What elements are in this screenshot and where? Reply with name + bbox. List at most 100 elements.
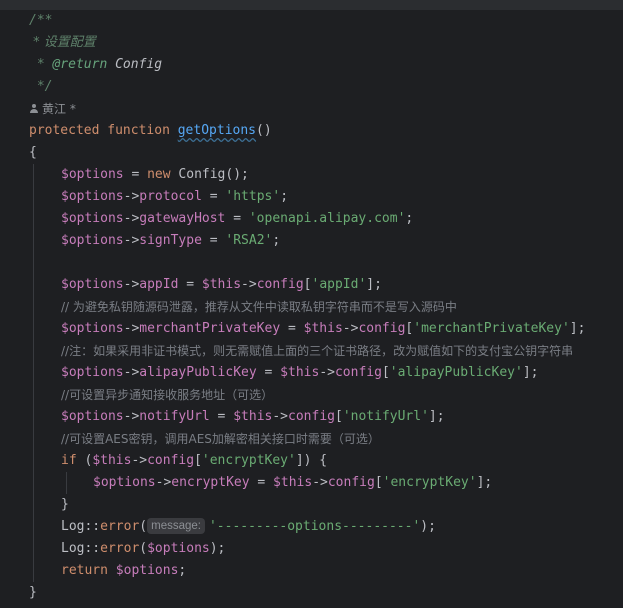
operator: =	[225, 211, 249, 226]
code-line: $options->alipayPublicKey = $this->confi…	[61, 362, 538, 384]
bracket-close: ];	[569, 321, 586, 336]
semicolon: ;	[405, 211, 414, 226]
code-line: $options->merchantPrivateKey = $this->co…	[61, 318, 585, 340]
this-variable: $this	[303, 321, 343, 336]
arrow: ->	[241, 277, 257, 292]
property: merchantPrivateKey	[139, 321, 281, 336]
operator: =	[201, 189, 226, 204]
bracket: [	[194, 453, 202, 468]
config-property: config	[288, 409, 335, 424]
operator: =	[256, 365, 281, 380]
arrow: ->	[342, 321, 359, 336]
code-line: $options->encryptKey = $this->config['en…	[93, 472, 492, 494]
property: appId	[139, 277, 179, 292]
config-property: config	[327, 475, 375, 490]
paren-open: (	[139, 519, 148, 534]
comment-line: //可设置AES密钥，调用AES加解密相关接口时需要（可选）	[61, 432, 380, 446]
function-keyword: function	[107, 123, 170, 138]
string-literal: 'encryptKey'	[382, 475, 477, 490]
class-name: Log	[61, 541, 85, 556]
operator: =	[201, 233, 226, 248]
arrow: ->	[123, 409, 140, 424]
string-literal: 'encryptKey'	[201, 453, 296, 468]
return-keyword: return	[61, 563, 108, 578]
log-error-call: Log::error(message: '---------options----…	[61, 516, 436, 538]
method-name: error	[100, 541, 140, 556]
paren-open: (	[139, 541, 148, 556]
comment-line: // 为避免私钥随源码泄露，推荐从文件中读取私钥字符串而不是写入源码中	[61, 300, 457, 314]
paren-open: (	[76, 453, 93, 468]
author-inlay-hint[interactable]: 黄江 *	[29, 98, 76, 120]
config-property: config	[334, 365, 382, 380]
string-literal: 'alipayPublicKey'	[389, 365, 523, 380]
property: alipayPublicKey	[139, 365, 257, 380]
doc-comment-return: * @return Config	[29, 54, 162, 76]
paren-close: );	[209, 541, 226, 556]
semicolon: ;	[272, 233, 281, 248]
arrow: ->	[312, 475, 328, 490]
this-variable: $this	[92, 453, 132, 468]
variable: $options	[61, 365, 124, 380]
property: signType	[139, 233, 202, 248]
string-literal: 'https'	[225, 189, 281, 204]
parameter-hint: message:	[147, 518, 205, 534]
arrow: ->	[123, 189, 140, 204]
this-variable: $this	[280, 365, 320, 380]
doc-comment-summary: * 设置配置	[29, 35, 96, 50]
arrow: ->	[123, 233, 140, 248]
operator: =	[178, 277, 202, 292]
property: gatewayHost	[139, 211, 226, 226]
variable: $options	[107, 563, 179, 578]
operator: =	[280, 321, 304, 336]
property: protocol	[139, 189, 202, 204]
function-name[interactable]: getOptions	[178, 123, 256, 138]
operator: =	[209, 409, 234, 424]
variable: $options	[61, 277, 124, 292]
if-close-brace: }	[61, 497, 69, 512]
string-literal: 'RSA2'	[225, 233, 273, 248]
doc-comment-close: */	[29, 79, 53, 94]
this-variable: $this	[233, 409, 273, 424]
close-brace: }	[29, 585, 37, 600]
code-line: $options->gatewayHost = 'openapi.alipay.…	[61, 208, 413, 230]
method-name: error	[100, 519, 140, 534]
paren-close: );	[420, 519, 436, 534]
property: notifyUrl	[139, 409, 210, 424]
bracket: [	[374, 475, 383, 490]
arrow: ->	[123, 321, 140, 336]
code-line: $options->protocol = 'https';	[61, 186, 288, 208]
variable: $options	[61, 409, 124, 424]
variable: $options	[61, 167, 124, 182]
code-line: $options->notifyUrl = $this->config['not…	[61, 406, 445, 428]
bracket-close: ];	[366, 277, 382, 292]
class-name: Log	[61, 519, 85, 534]
arrow: ->	[319, 365, 335, 380]
bracket-close: ];	[476, 475, 493, 490]
modifier-keyword: protected	[29, 123, 100, 138]
string-literal: 'openapi.alipay.com'	[248, 211, 406, 226]
indent-guide	[66, 472, 67, 494]
scope-operator: ::	[84, 519, 101, 534]
new-keyword: new	[147, 167, 171, 182]
variable: $options	[61, 189, 124, 204]
arrow: ->	[123, 365, 140, 380]
variable: $options	[61, 211, 124, 226]
string-literal: 'appId'	[311, 277, 367, 292]
arrow: ->	[123, 211, 140, 226]
function-params: ()	[256, 123, 272, 138]
doc-star: *	[29, 57, 53, 72]
bracket: [	[381, 365, 390, 380]
code-line: $options->appId = $this->config['appId']…	[61, 274, 382, 296]
comment-line: //可设置异步通知接收服务地址（可选）	[61, 388, 274, 402]
indent-guide	[33, 164, 34, 582]
property: encryptKey	[171, 475, 250, 490]
semicolon: ;	[280, 189, 289, 204]
log-error-call: Log::error($options);	[61, 538, 225, 560]
config-property: config	[358, 321, 406, 336]
bracket: [	[303, 277, 312, 292]
arrow: ->	[131, 453, 148, 468]
variable: $options	[61, 321, 124, 336]
operator: =	[249, 475, 274, 490]
config-property: config	[147, 453, 195, 468]
paren-close: ]) {	[295, 453, 328, 468]
